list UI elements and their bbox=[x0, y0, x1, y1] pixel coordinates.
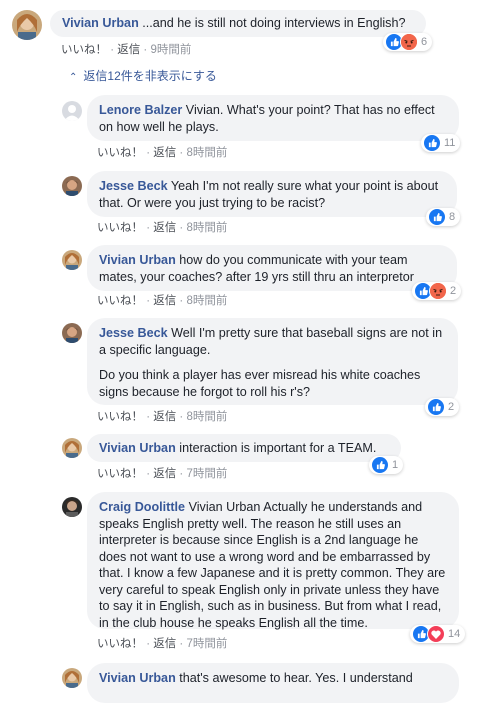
avatar[interactable] bbox=[62, 250, 82, 270]
comment-bubble: Jesse Beck Well I'm pretty sure that bas… bbox=[87, 318, 458, 405]
avatar[interactable] bbox=[62, 438, 82, 458]
reaction-count: 11 bbox=[444, 137, 456, 149]
comment-author[interactable]: Jesse Beck bbox=[99, 326, 168, 340]
comment-author[interactable]: Lenore Balzer bbox=[99, 103, 182, 117]
love-icon bbox=[427, 625, 445, 643]
comment-text: ...and he is still not doing interviews … bbox=[142, 16, 406, 30]
comment-actions: いいね！ · 返信 · 8時間前 bbox=[97, 144, 227, 160]
like-link[interactable]: いいね！ bbox=[61, 44, 107, 56]
separator: · bbox=[143, 147, 154, 159]
reaction-count: 2 bbox=[448, 401, 455, 413]
comment-bubble: Craig Doolittle Vivian Urban Actually he… bbox=[87, 492, 459, 630]
reply-link[interactable]: 返信 bbox=[153, 295, 176, 307]
comment-bubble: Vivian Urban how do you communicate with… bbox=[87, 245, 457, 291]
separator: · bbox=[143, 411, 154, 423]
comment-author[interactable]: Vivian Urban bbox=[99, 253, 176, 267]
reaction-summary[interactable]: 6 bbox=[383, 33, 433, 51]
comment-bubble: Vivian Urban that's awesome to hear. Yes… bbox=[87, 663, 459, 703]
comment-actions: いいね！ · 返信 · 8時間前 bbox=[97, 292, 227, 308]
separator: · bbox=[176, 295, 187, 307]
like-icon bbox=[371, 456, 389, 474]
like-icon bbox=[428, 208, 446, 226]
angry-icon bbox=[400, 33, 418, 51]
comment-text: Do you think a player has ever misread h… bbox=[99, 368, 421, 399]
separator: · bbox=[140, 44, 151, 56]
comment-bubble: Lenore Balzer Vivian. What's your point?… bbox=[87, 95, 459, 141]
comment-text: that's awesome to hear. Yes. I understan… bbox=[179, 671, 413, 685]
comment-actions: いいね！ · 返信 · 9時間前 bbox=[61, 41, 191, 57]
comment-time[interactable]: 7時間前 bbox=[186, 638, 227, 650]
reaction-count: 14 bbox=[448, 628, 461, 640]
separator: · bbox=[143, 295, 154, 307]
like-link[interactable]: いいね！ bbox=[97, 222, 143, 234]
avatar[interactable] bbox=[62, 668, 82, 688]
comment-time[interactable]: 7時間前 bbox=[186, 468, 227, 480]
like-link[interactable]: いいね！ bbox=[97, 468, 143, 480]
reply-link[interactable]: 返信 bbox=[153, 638, 176, 650]
separator: · bbox=[143, 468, 154, 480]
angry-icon bbox=[429, 282, 447, 300]
separator: · bbox=[176, 222, 187, 234]
avatar[interactable] bbox=[12, 10, 42, 40]
like-link[interactable]: いいね！ bbox=[97, 147, 143, 159]
reply-link[interactable]: 返信 bbox=[153, 468, 176, 480]
comment-author[interactable]: Jesse Beck bbox=[99, 179, 168, 193]
separator: · bbox=[176, 468, 187, 480]
avatar[interactable] bbox=[62, 323, 82, 343]
comment-author[interactable]: Vivian Urban bbox=[99, 441, 176, 455]
separator: · bbox=[176, 147, 187, 159]
separator: · bbox=[176, 638, 187, 650]
comment-author[interactable]: Vivian Urban bbox=[62, 16, 139, 30]
comment-time[interactable]: 8時間前 bbox=[186, 295, 227, 307]
like-icon bbox=[423, 134, 441, 152]
comment-author[interactable]: Craig Doolittle bbox=[99, 500, 185, 514]
avatar[interactable] bbox=[62, 497, 82, 517]
reply-link[interactable]: 返信 bbox=[117, 44, 140, 56]
hide-replies-link[interactable]: ⌃ 返信12件を非表示にする bbox=[69, 67, 217, 84]
reaction-count: 6 bbox=[421, 36, 428, 48]
comment-author[interactable]: Vivian Urban bbox=[99, 671, 176, 685]
like-icon bbox=[427, 398, 445, 416]
reaction-count: 8 bbox=[449, 211, 456, 223]
comment-actions: いいね！ · 返信 · 7時間前 bbox=[97, 465, 227, 481]
separator: · bbox=[143, 638, 154, 650]
comment-actions: いいね！ · 返信 · 8時間前 bbox=[97, 408, 227, 424]
comment-text: interaction is important for a TEAM. bbox=[179, 441, 377, 455]
comment-bubble: Vivian Urban interaction is important fo… bbox=[87, 434, 401, 462]
avatar[interactable] bbox=[62, 176, 82, 196]
reaction-count: 1 bbox=[392, 459, 399, 471]
comment-text: Vivian Urban Actually he understands and… bbox=[99, 500, 446, 630]
comment-actions: いいね！ · 返信 · 8時間前 bbox=[97, 219, 227, 235]
comment-time[interactable]: 8時間前 bbox=[186, 147, 227, 159]
like-link[interactable]: いいね！ bbox=[97, 295, 143, 307]
like-link[interactable]: いいね！ bbox=[97, 411, 143, 423]
reaction-summary[interactable]: 11 bbox=[421, 134, 461, 152]
reaction-summary[interactable]: 2 bbox=[412, 282, 462, 300]
avatar[interactable] bbox=[62, 101, 82, 121]
reaction-summary[interactable]: 2 bbox=[425, 398, 460, 416]
comment-time[interactable]: 9時間前 bbox=[150, 44, 191, 56]
separator: · bbox=[176, 411, 187, 423]
reply-link[interactable]: 返信 bbox=[153, 222, 176, 234]
separator: · bbox=[143, 222, 154, 234]
hide-replies-label: 返信12件を非表示にする bbox=[83, 69, 217, 83]
reply-link[interactable]: 返信 bbox=[153, 147, 176, 159]
like-link[interactable]: いいね！ bbox=[97, 638, 143, 650]
comment-bubble: Jesse Beck Yeah I'm not really sure what… bbox=[87, 171, 457, 217]
reaction-summary[interactable]: 1 bbox=[369, 456, 404, 474]
reaction-summary[interactable]: 14 bbox=[410, 625, 466, 643]
chevron-up-icon: ⌃ bbox=[69, 72, 78, 83]
comment-actions: いいね！ · 返信 · 7時間前 bbox=[97, 635, 227, 651]
comment-time[interactable]: 8時間前 bbox=[186, 411, 227, 423]
reply-link[interactable]: 返信 bbox=[153, 411, 176, 423]
comment-bubble: Vivian Urban ...and he is still not doin… bbox=[50, 10, 426, 37]
reaction-count: 2 bbox=[450, 285, 457, 297]
reaction-summary[interactable]: 8 bbox=[426, 208, 461, 226]
separator: · bbox=[107, 44, 118, 56]
comment-time[interactable]: 8時間前 bbox=[186, 222, 227, 234]
